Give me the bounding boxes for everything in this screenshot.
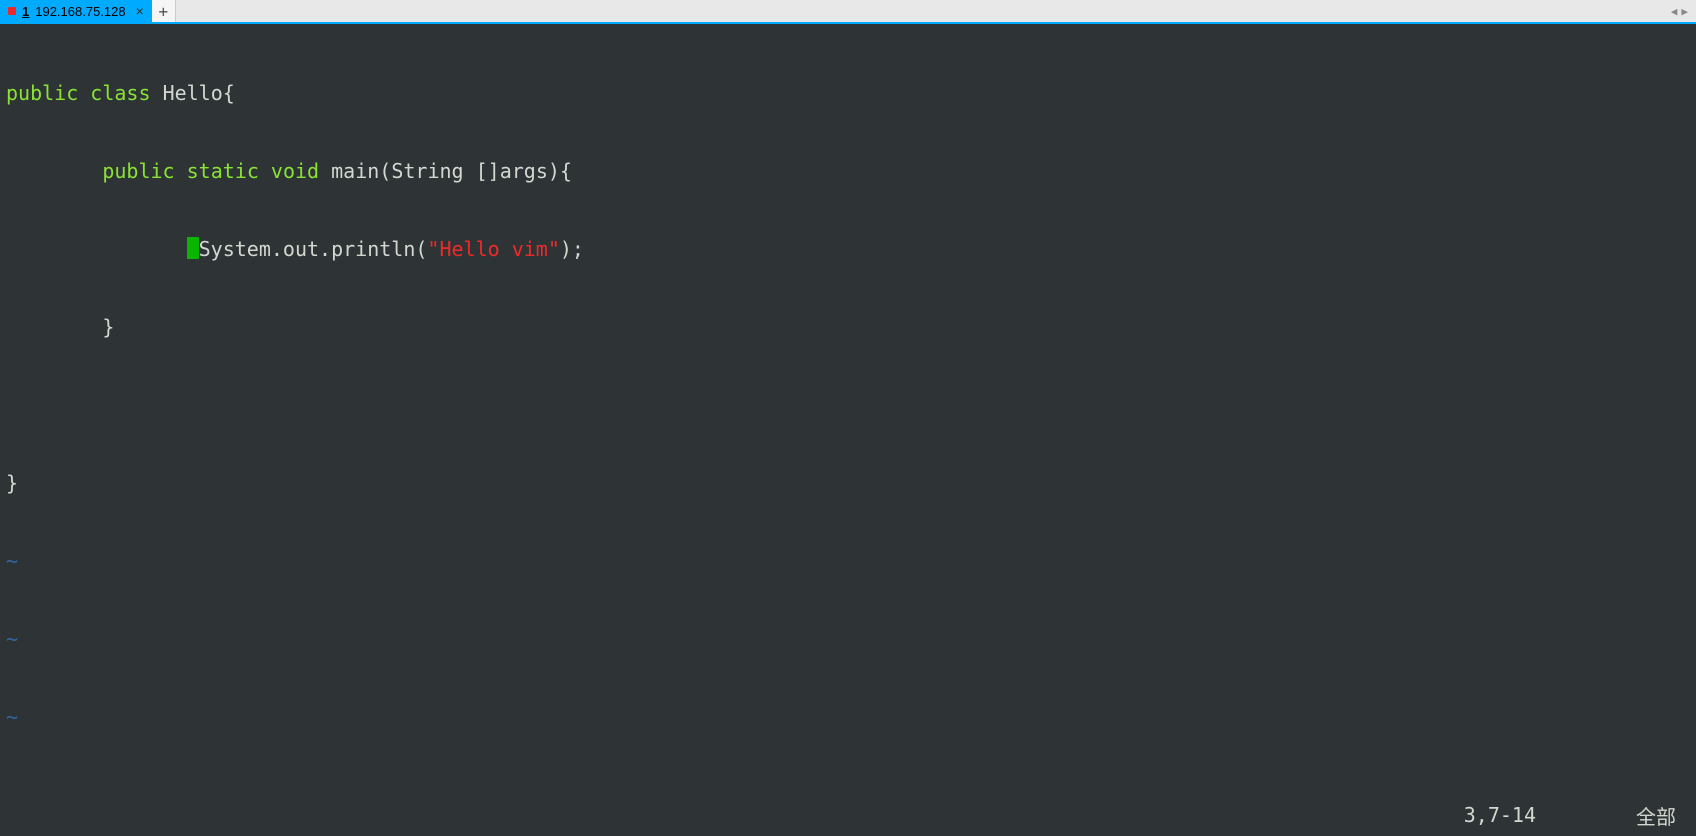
tab-nav: ◀ ▶ [1663, 5, 1696, 18]
vim-editor[interactable]: public class Hello{ public static void m… [0, 24, 1696, 794]
plus-icon: + [158, 2, 168, 21]
vim-status-bar: 3,7-14 全部 [0, 794, 1696, 836]
vim-empty-line: ~ [6, 548, 1690, 574]
terminal-tab-active[interactable]: 1 192.168.75.128 × [0, 0, 152, 22]
tab-bar: 1 192.168.75.128 × + ◀ ▶ [0, 0, 1696, 24]
tab-nav-right-icon[interactable]: ▶ [1681, 5, 1688, 18]
status-file-percent: 全部 [1636, 801, 1676, 830]
status-cursor-position: 3,7-14 [1464, 803, 1536, 827]
vim-cursor [187, 237, 199, 259]
code-line: public static void main(String []args){ [6, 158, 1690, 184]
tab-title: 192.168.75.128 [35, 4, 125, 19]
tab-modified-indicator-icon [8, 7, 16, 15]
vim-empty-line: ~ [6, 782, 1690, 794]
code-line [6, 392, 1690, 418]
vim-empty-line: ~ [6, 704, 1690, 730]
tab-nav-left-icon[interactable]: ◀ [1671, 5, 1678, 18]
new-tab-button[interactable]: + [152, 0, 176, 22]
code-line: } [6, 470, 1690, 496]
tab-index: 1 [22, 4, 29, 19]
code-line: System.out.println("Hello vim"); [6, 236, 1690, 262]
vim-empty-line: ~ [6, 626, 1690, 652]
code-line: public class Hello{ [6, 80, 1690, 106]
close-icon[interactable]: × [136, 4, 144, 18]
code-line: } [6, 314, 1690, 340]
